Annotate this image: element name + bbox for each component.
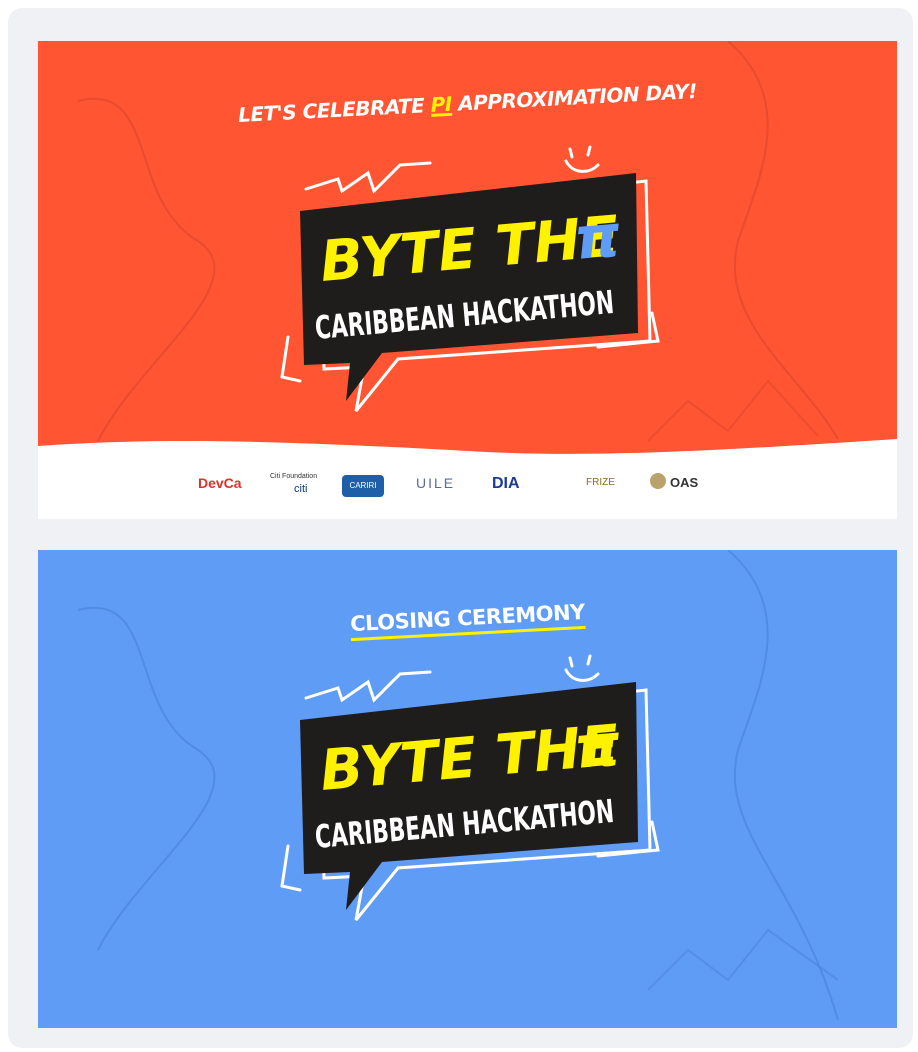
sponsor-logos: DevCa Citi Foundation citi CARIRI UILE D… bbox=[38, 459, 897, 519]
sponsor-oas: OAS bbox=[670, 475, 699, 490]
oas-seal-icon bbox=[650, 473, 666, 489]
byte-the-pi-logo: BYTE THE π CARIBBEAN HACKATHON bbox=[280, 654, 660, 921]
sponsor-citi: citi bbox=[294, 483, 308, 495]
sponsor-frize: FRIZE bbox=[586, 477, 615, 488]
event-banner-pi-day[interactable]: LET'S CELEBRATE PI APPROXIMATION DAY! BY… bbox=[38, 41, 897, 519]
sponsor-dia: DIA bbox=[492, 475, 520, 492]
sponsor-devca: DevCa bbox=[198, 475, 242, 491]
sponsor-citi-foundation: Citi Foundation bbox=[270, 473, 318, 480]
byte-the-pi-logo: BYTE THE π CARIBBEAN HACKATHON bbox=[280, 145, 660, 412]
event-banner-closing[interactable]: CLOSING CEREMONY BYTE THE π CARIBBEAN HA… bbox=[38, 550, 897, 1028]
pi-symbol: π bbox=[571, 710, 623, 782]
pi-symbol: π bbox=[571, 201, 623, 273]
sponsor-uile: UILE bbox=[416, 475, 456, 491]
sponsor-cariri: CARIRI bbox=[342, 475, 384, 497]
